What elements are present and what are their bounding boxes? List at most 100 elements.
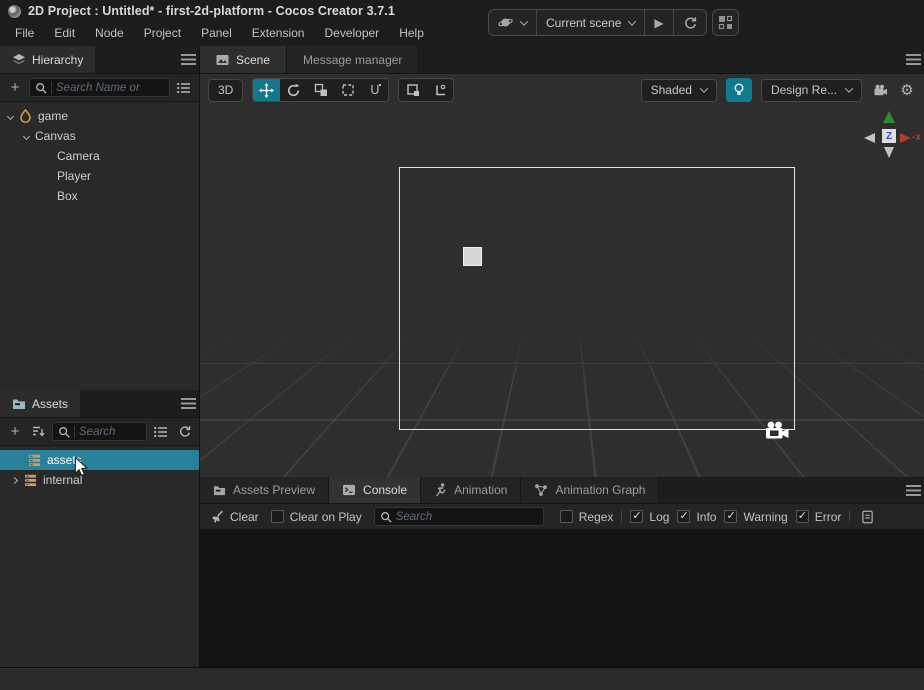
scene-settings-button[interactable]: ⚙: [898, 81, 916, 99]
info-filter-toggle[interactable]: Info: [677, 510, 716, 524]
menu-extension[interactable]: Extension: [242, 26, 315, 40]
scene-camera-settings-button[interactable]: [871, 81, 889, 99]
refresh-icon: [683, 16, 697, 30]
tab-scene[interactable]: Scene: [200, 46, 287, 73]
regex-toggle[interactable]: Regex: [560, 510, 614, 524]
clear-on-play-toggle[interactable]: Clear on Play: [271, 510, 362, 524]
tab-assets-preview[interactable]: Assets Preview: [200, 477, 329, 503]
tree-node-game[interactable]: game: [0, 106, 199, 126]
rect-tool-button[interactable]: [334, 79, 361, 101]
pivot-toggle-button[interactable]: [399, 79, 426, 101]
chevron-down-icon: [700, 84, 708, 92]
collapse-all-button[interactable]: [29, 423, 47, 441]
tree-node-box[interactable]: Box: [0, 186, 199, 206]
scene-panel-menu-button[interactable]: [906, 51, 924, 69]
play-button[interactable]: ▶: [645, 10, 673, 35]
ui-transform-tool-button[interactable]: U: [361, 79, 388, 101]
bundle-icon: [24, 474, 37, 487]
shading-mode-dropdown[interactable]: Shaded: [641, 79, 717, 102]
tab-assets[interactable]: Assets: [0, 390, 80, 417]
hierarchy-search[interactable]: [29, 78, 170, 97]
camera-gizmo-icon[interactable]: [763, 421, 790, 442]
checkbox[interactable]: [724, 510, 737, 523]
toggle-3d-button[interactable]: 3D: [208, 79, 243, 102]
checkbox[interactable]: [677, 510, 690, 523]
tree-node-camera[interactable]: Camera: [0, 146, 199, 166]
log-filter-toggle[interactable]: Log: [630, 510, 669, 524]
status-bar: [0, 667, 924, 690]
checkbox[interactable]: [630, 510, 643, 523]
checkbox[interactable]: [560, 510, 573, 523]
layout-button[interactable]: [712, 9, 739, 36]
error-filter-label: Error: [815, 510, 842, 524]
chevron-down-icon[interactable]: [23, 132, 30, 139]
assets-search[interactable]: [52, 422, 147, 441]
document-icon: [861, 510, 874, 524]
hierarchy-tab-bar: Hierarchy: [0, 46, 199, 74]
menu-edit[interactable]: Edit: [44, 26, 85, 40]
chevron-right-icon[interactable]: [11, 476, 18, 483]
console-search[interactable]: [374, 507, 544, 526]
console-log-file-button[interactable]: [858, 508, 876, 526]
scene-select-label: Current scene: [546, 16, 621, 30]
asset-row-assets[interactable]: assets: [0, 450, 199, 470]
assets-filter-button[interactable]: [152, 423, 170, 441]
hierarchy-filter-button[interactable]: [175, 79, 193, 97]
scale-tool-button[interactable]: [307, 79, 334, 101]
bottom-panel-menu-button[interactable]: [906, 481, 924, 499]
scene-select-dropdown[interactable]: Current scene: [537, 10, 645, 35]
create-node-button[interactable]: +: [6, 79, 24, 97]
asset-row-internal[interactable]: internal: [0, 470, 199, 490]
rotate-tool-button[interactable]: [280, 79, 307, 101]
menu-node[interactable]: Node: [85, 26, 134, 40]
player-sprite[interactable]: [463, 247, 482, 266]
error-filter-toggle[interactable]: Error: [796, 510, 842, 524]
design-resolution-dropdown[interactable]: Design Re...: [761, 79, 862, 102]
chevron-down-icon: [845, 84, 853, 92]
tree-node-player[interactable]: Player: [0, 166, 199, 186]
axis-orientation-gizmo[interactable]: Z -x: [862, 108, 924, 172]
gizmo-option-group: [398, 78, 454, 102]
regex-label: Regex: [579, 510, 614, 524]
tree-node-canvas[interactable]: Canvas: [0, 126, 199, 146]
hierarchy-menu-button[interactable]: [181, 51, 199, 69]
menu-project[interactable]: Project: [134, 26, 191, 40]
run-toolbar: Current scene ▶: [488, 9, 707, 36]
menu-file[interactable]: File: [5, 26, 44, 40]
cocos-logo-icon: [8, 5, 21, 18]
tab-animation[interactable]: Animation: [421, 477, 521, 503]
log-filter-label: Log: [649, 510, 669, 524]
assets-menu-button[interactable]: [181, 395, 199, 413]
checkbox[interactable]: [271, 510, 284, 523]
move-tool-button[interactable]: [253, 79, 280, 101]
tab-animation-graph[interactable]: Animation Graph: [521, 477, 659, 503]
list-icon: [177, 82, 191, 94]
scene-viewport[interactable]: Z -x: [200, 106, 924, 477]
create-asset-button[interactable]: +: [6, 423, 24, 441]
platform-select[interactable]: [489, 10, 537, 35]
reload-button[interactable]: [674, 10, 706, 35]
hamburger-icon: [906, 485, 921, 496]
axis-z-cube: Z: [882, 129, 896, 143]
camera-icon: [873, 84, 888, 97]
chevron-down-icon[interactable]: [7, 112, 14, 119]
search-icon: [35, 82, 47, 94]
console-output[interactable]: [200, 530, 924, 667]
warning-filter-toggle[interactable]: Warning: [724, 510, 787, 524]
console-search-input[interactable]: [396, 511, 538, 523]
checkbox[interactable]: [796, 510, 809, 523]
console-clear-button[interactable]: Clear: [210, 510, 259, 524]
menu-panel[interactable]: Panel: [191, 26, 242, 40]
coordinate-toggle-button[interactable]: [426, 79, 453, 101]
scene-light-toggle[interactable]: [726, 78, 752, 102]
pivot-icon: [406, 83, 420, 97]
tab-scene-label: Scene: [236, 53, 270, 67]
menu-help[interactable]: Help: [389, 26, 434, 40]
tab-console[interactable]: Console: [329, 477, 421, 503]
assets-search-input[interactable]: [79, 426, 141, 438]
tab-hierarchy[interactable]: Hierarchy: [0, 46, 95, 73]
assets-refresh-button[interactable]: [175, 423, 193, 441]
menu-developer[interactable]: Developer: [314, 26, 389, 40]
hierarchy-search-input[interactable]: [56, 82, 164, 94]
tab-message-manager[interactable]: Message manager: [287, 46, 419, 73]
